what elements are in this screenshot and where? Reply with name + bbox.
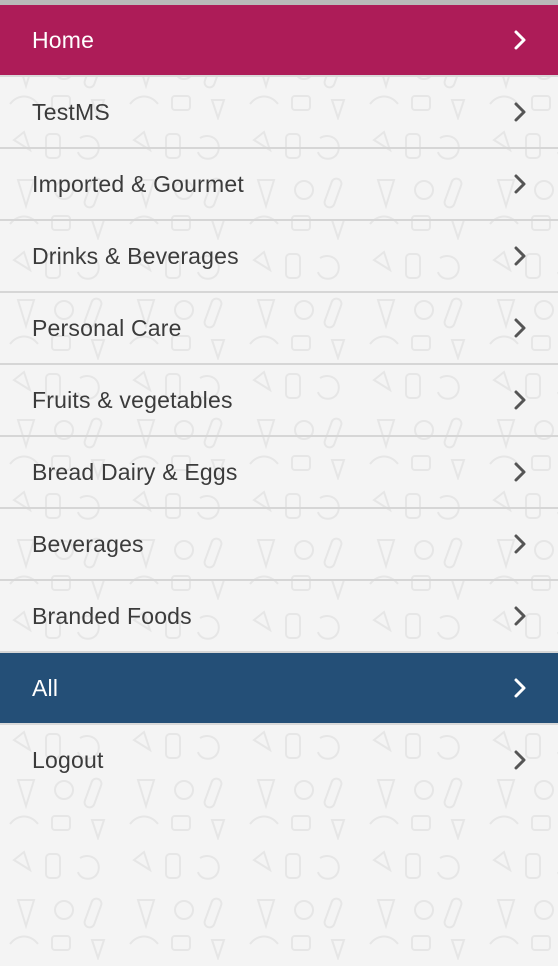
menu-item-label: Beverages (32, 530, 144, 557)
menu-item-label: Bread Dairy & Eggs (32, 458, 238, 485)
side-menu: Home TestMS Imported & Gourmet Drinks & … (0, 0, 558, 795)
menu-item-home[interactable]: Home (0, 5, 558, 77)
chevron-right-icon (512, 101, 528, 123)
menu-item-label: Imported & Gourmet (32, 170, 244, 197)
chevron-right-icon (512, 245, 528, 267)
menu-item-label: Branded Foods (32, 602, 192, 629)
menu-item-label: Home (32, 26, 95, 53)
menu-item-testms[interactable]: TestMS (0, 77, 558, 149)
chevron-right-icon (512, 533, 528, 555)
chevron-right-icon (512, 389, 528, 411)
menu-item-beverages[interactable]: Beverages (0, 509, 558, 581)
menu-item-label: Logout (32, 746, 104, 773)
menu-item-label: Personal Care (32, 314, 182, 341)
chevron-right-icon (512, 749, 528, 771)
menu-item-drinks-beverages[interactable]: Drinks & Beverages (0, 221, 558, 293)
menu-item-fruits-vegetables[interactable]: Fruits & vegetables (0, 365, 558, 437)
chevron-right-icon (512, 605, 528, 627)
menu-item-label: Drinks & Beverages (32, 242, 239, 269)
menu-item-branded-foods[interactable]: Branded Foods (0, 581, 558, 653)
menu-item-bread-dairy-eggs[interactable]: Bread Dairy & Eggs (0, 437, 558, 509)
menu-item-logout[interactable]: Logout (0, 725, 558, 795)
menu-item-imported-gourmet[interactable]: Imported & Gourmet (0, 149, 558, 221)
chevron-right-icon (512, 29, 528, 51)
menu-item-label: All (32, 674, 59, 701)
menu-item-personal-care[interactable]: Personal Care (0, 293, 558, 365)
chevron-right-icon (512, 317, 528, 339)
chevron-right-icon (512, 173, 528, 195)
menu-item-label: Fruits & vegetables (32, 386, 233, 413)
menu-item-all[interactable]: All (0, 653, 558, 725)
chevron-right-icon (512, 677, 528, 699)
menu-item-label: TestMS (32, 98, 110, 125)
chevron-right-icon (512, 461, 528, 483)
